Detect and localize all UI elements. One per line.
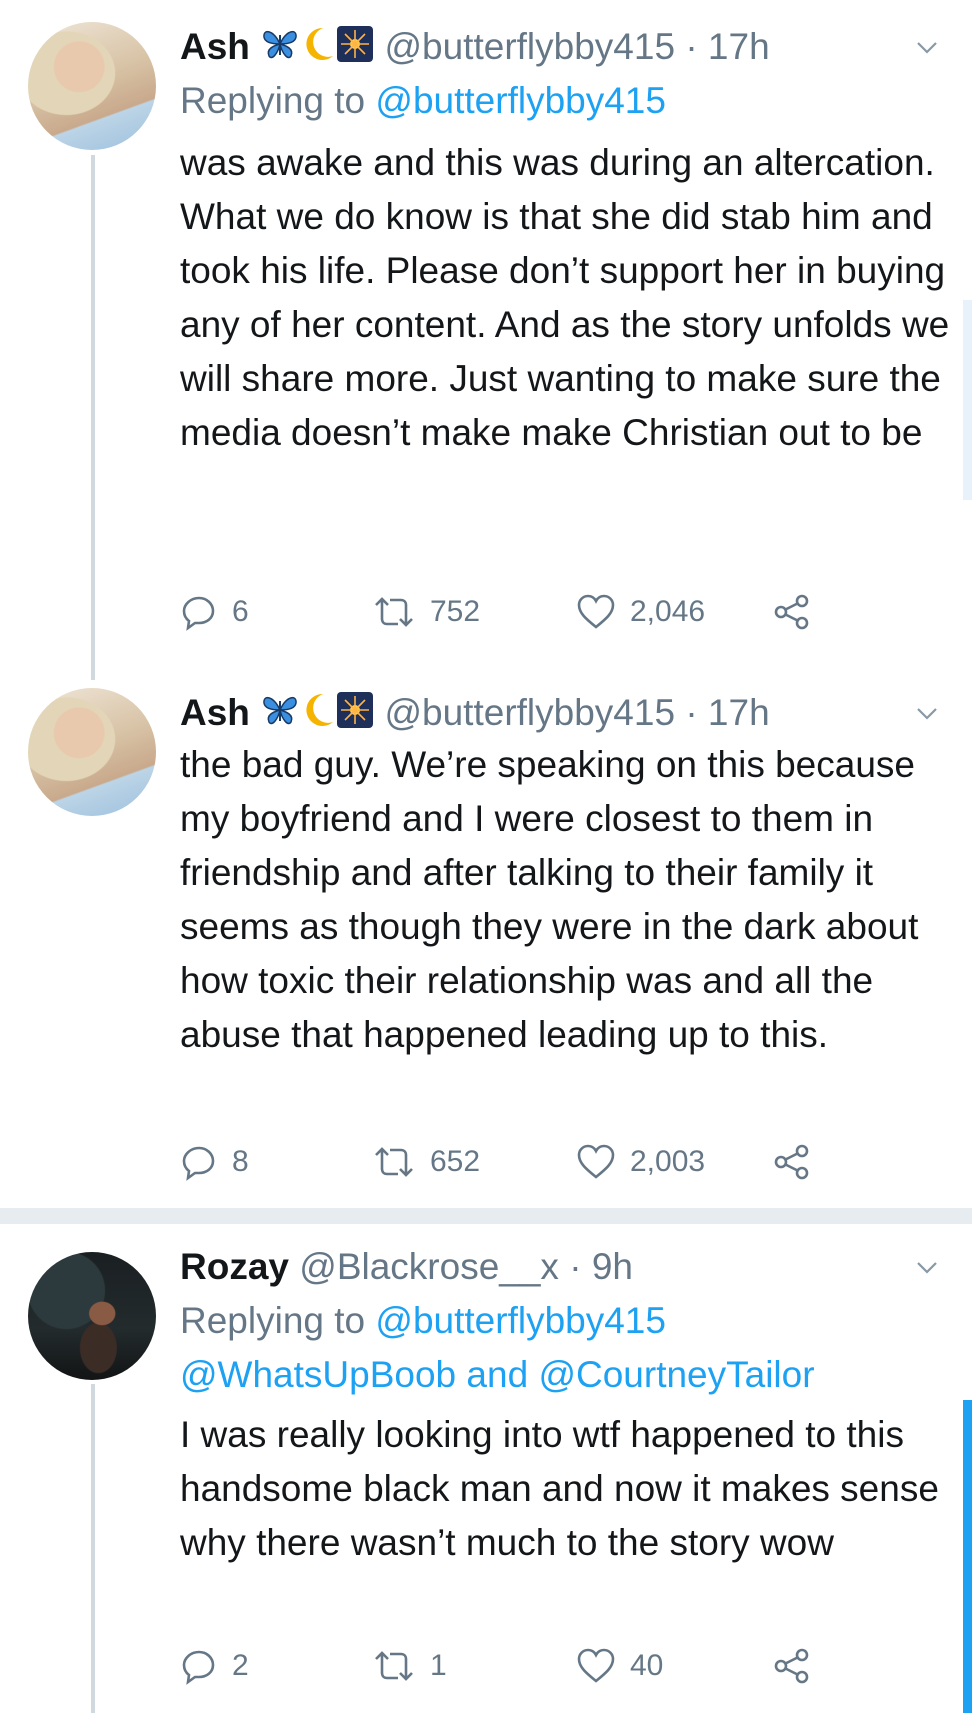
scrollbar-thumb[interactable] xyxy=(963,1400,972,1713)
scrollbar[interactable] xyxy=(963,300,972,500)
display-name[interactable]: Ash xyxy=(180,692,250,733)
tweet-2[interactable]: Ash @butterflybby415 · 17h the bad guy. … xyxy=(0,680,972,1210)
tweet-header: Rozay @Blackrose__x · 9h xyxy=(180,1244,633,1290)
reply-mention-link[interactable]: @CourtneyTailor xyxy=(538,1354,814,1395)
separator-dot: · xyxy=(685,692,698,733)
reply-mention-link[interactable]: @butterflybby415 xyxy=(375,80,666,121)
sparkler-night-emoji-icon xyxy=(337,691,374,739)
share-icon xyxy=(774,1144,809,1180)
retweet-count: 752 xyxy=(430,595,481,628)
like-count: 40 xyxy=(630,1649,664,1682)
thread-line xyxy=(91,1384,95,1713)
thread-line xyxy=(91,155,95,680)
retweet-count: 1 xyxy=(430,1649,447,1682)
handle[interactable]: @butterflybby415 xyxy=(384,26,675,67)
avatar[interactable] xyxy=(28,1252,156,1380)
tweet-3[interactable]: Rozay @Blackrose__x · 9h Replying to @bu… xyxy=(0,1224,972,1713)
share-icon xyxy=(774,594,809,630)
tweet-text: the bad guy. We’re speaking on this beca… xyxy=(180,744,919,1055)
share-button[interactable] xyxy=(772,1646,826,1686)
tweet-actions: 6 752 2,046 xyxy=(180,592,809,632)
tweet-1[interactable]: Ash @butterflybby415 · 17h Replying to @… xyxy=(0,0,972,680)
sparkler-night-emoji-icon xyxy=(337,25,374,73)
avatar[interactable] xyxy=(28,22,156,150)
reply-icon xyxy=(182,1650,215,1685)
handle[interactable]: @Blackrose__x xyxy=(299,1246,559,1287)
retweet-button[interactable]: 752 xyxy=(372,592,480,632)
share-icon xyxy=(774,1648,809,1684)
tweet-actions: 2 1 40 xyxy=(180,1646,809,1686)
like-button[interactable]: 2,003 xyxy=(576,1142,705,1182)
chevron-down-icon[interactable] xyxy=(916,702,938,724)
butterfly-emoji-icon xyxy=(261,26,299,72)
butterfly-emoji-icon xyxy=(261,692,299,738)
chevron-down-icon[interactable] xyxy=(916,1256,938,1278)
share-button[interactable] xyxy=(772,1142,826,1182)
replying-to-more: @WhatsUpBoob and @CourtneyTailor xyxy=(180,1348,815,1402)
reply-count: 6 xyxy=(232,595,249,628)
conversation-separator xyxy=(0,1208,972,1224)
reply-button[interactable]: 2 xyxy=(180,1646,249,1686)
like-button[interactable]: 2,046 xyxy=(576,592,705,632)
separator-dot: · xyxy=(569,1246,582,1287)
retweet-button[interactable]: 1 xyxy=(372,1646,447,1686)
like-icon xyxy=(577,1144,615,1179)
replying-to-label: Replying to xyxy=(180,1300,366,1341)
reply-button[interactable]: 6 xyxy=(180,592,249,632)
display-name[interactable]: Ash xyxy=(180,26,250,67)
retweet-icon xyxy=(375,1651,413,1681)
timestamp[interactable]: 17h xyxy=(708,26,770,67)
like-icon xyxy=(577,594,615,629)
retweet-count: 652 xyxy=(430,1145,481,1178)
reply-mention-link[interactable]: @butterflybby415 xyxy=(375,1300,666,1341)
reply-button[interactable]: 8 xyxy=(180,1142,249,1182)
timestamp[interactable]: 17h xyxy=(708,692,770,733)
like-count: 2,003 xyxy=(630,1145,706,1178)
reply-mention-and: and xyxy=(466,1354,529,1395)
reply-count: 8 xyxy=(232,1145,249,1178)
timestamp[interactable]: 9h xyxy=(592,1246,633,1287)
handle[interactable]: @butterflybby415 xyxy=(384,692,675,733)
like-icon xyxy=(577,1648,615,1683)
crescent-moon-emoji-icon xyxy=(301,692,335,739)
reply-icon xyxy=(182,1146,215,1181)
chevron-down-icon[interactable] xyxy=(916,36,938,58)
reply-count: 2 xyxy=(232,1649,249,1682)
retweet-button[interactable]: 652 xyxy=(372,1142,480,1182)
replying-to: Replying to @butterflybby415 xyxy=(180,1294,666,1348)
like-count: 2,046 xyxy=(630,595,706,628)
retweet-icon xyxy=(375,1147,413,1177)
separator-dot: · xyxy=(685,26,698,67)
tweet-header: Ash @butterflybby415 · 17h xyxy=(180,690,770,739)
like-button[interactable]: 40 xyxy=(576,1646,663,1686)
tweet-header: Ash @butterflybby415 · 17h xyxy=(180,24,770,73)
tweet-text: was awake and this was during an alterca… xyxy=(180,142,950,453)
display-name[interactable]: Rozay xyxy=(180,1246,289,1287)
avatar[interactable] xyxy=(28,688,156,816)
replying-to: Replying to @butterflybby415 xyxy=(180,74,666,128)
crescent-moon-emoji-icon xyxy=(301,26,335,73)
reply-icon xyxy=(182,596,215,631)
reply-mention-link[interactable]: @WhatsUpBoob xyxy=(180,1354,456,1395)
share-button[interactable] xyxy=(772,592,826,632)
replying-to-label: Replying to xyxy=(180,80,366,121)
retweet-icon xyxy=(375,597,413,627)
tweet-actions: 8 652 2,003 xyxy=(180,1142,809,1182)
tweet-text: I was really looking into wtf happened t… xyxy=(180,1414,939,1563)
